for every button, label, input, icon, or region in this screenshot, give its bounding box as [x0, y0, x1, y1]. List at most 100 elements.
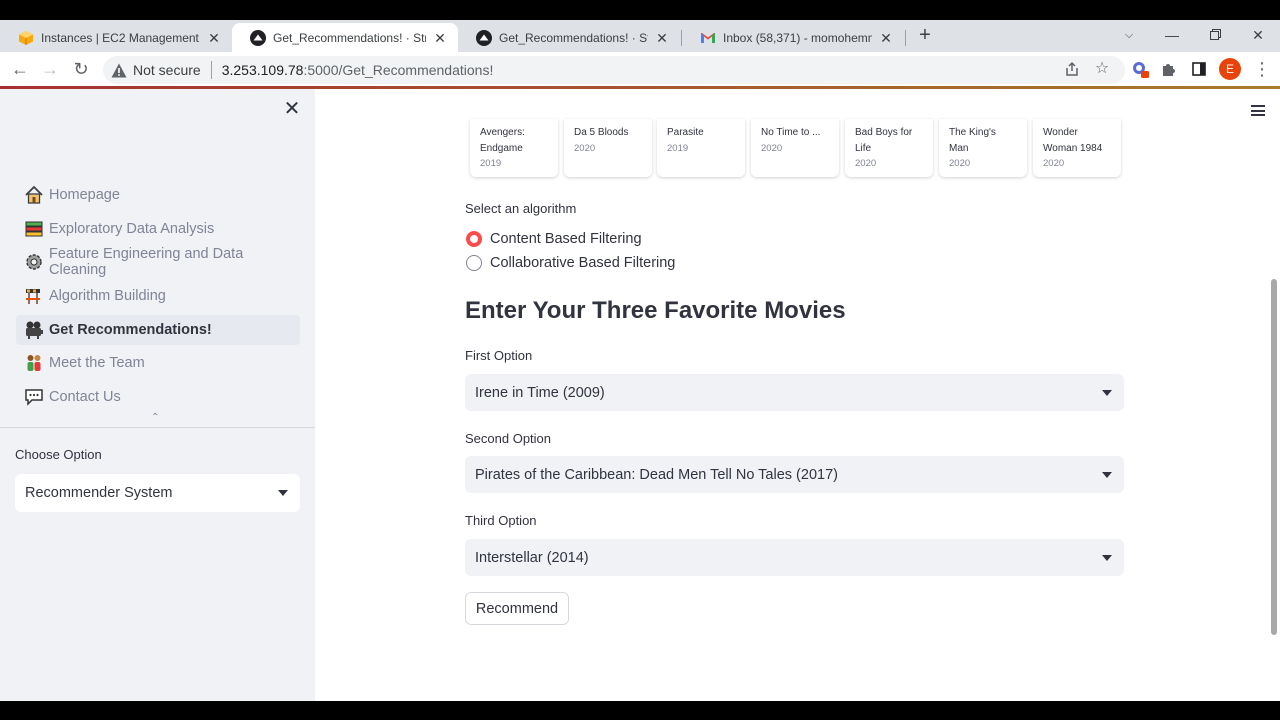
divider	[210, 61, 212, 79]
side-panel-icon[interactable]	[1187, 57, 1211, 81]
new-tab-plus-icon[interactable]: +	[914, 25, 936, 47]
bookmark-star-icon[interactable]: ☆	[1090, 57, 1114, 81]
tab-title: Get_Recommendations! · Stream	[273, 30, 426, 45]
movie-card[interactable]: Wonder Woman 1984 2020	[1033, 119, 1121, 177]
sidebar-item-feature-engineering[interactable]: Feature Engineering and Data Cleaning	[16, 246, 300, 278]
sidebar-item-label: Algorithm Building	[49, 288, 166, 304]
radio-unchecked-icon[interactable]	[466, 255, 482, 271]
second-option-select[interactable]: Pirates of the Caribbean: Dead Men Tell …	[465, 456, 1124, 493]
tab-ec2[interactable]: Instances | EC2 Management Co ✕	[0, 23, 232, 52]
close-icon[interactable]: ✕	[206, 30, 222, 46]
sidebar-item-algorithm-building[interactable]: Algorithm Building	[16, 281, 300, 311]
kebab-menu-icon[interactable]: ⋮	[1250, 57, 1274, 81]
film-projector-icon	[23, 319, 45, 341]
movie-title: Da 5 Bloods	[574, 127, 629, 138]
movie-card[interactable]: The King's Man 2020	[939, 119, 1027, 177]
movie-title: Bad Boys for Life	[855, 127, 913, 154]
gear-icon	[23, 251, 45, 273]
movie-title: Wonder Woman 1984	[1043, 127, 1103, 154]
streamlit-icon	[476, 29, 492, 46]
sidebar-item-label: Contact Us	[49, 389, 121, 405]
recommend-button[interactable]: Recommend	[465, 592, 569, 625]
movie-card[interactable]: Parasite 2019	[657, 119, 745, 177]
forward-arrow-icon[interactable]: →	[38, 57, 62, 81]
sidebar-divider	[0, 427, 315, 428]
sidebar-item-label: Homepage	[49, 187, 120, 203]
sidebar-item-label: Feature Engineering and Data Cleaning	[49, 246, 244, 278]
third-option-select[interactable]: Interstellar (2014)	[465, 539, 1124, 576]
aws-box-icon	[18, 30, 34, 46]
caret-down-icon	[1102, 390, 1112, 396]
sidebar-item-get-recommendations[interactable]: Get Recommendations!	[16, 315, 300, 345]
tab-strip: Instances | EC2 Management Co ✕ Get_Reco…	[0, 20, 1280, 52]
first-option-select[interactable]: Irene in Time (2009)	[465, 374, 1124, 411]
movie-year: 2019	[480, 158, 502, 169]
sidebar-item-contact-us[interactable]: Contact Us	[16, 382, 300, 412]
tab-get-recommendations-active[interactable]: Get_Recommendations! · Stream ✕	[232, 23, 458, 52]
radio-collaborative-based[interactable]: Collaborative Based Filtering	[466, 253, 675, 273]
movie-year: 2020	[855, 158, 877, 169]
sidebar-item-meet-the-team[interactable]: Meet the Team	[16, 348, 300, 378]
tab-title: Instances | EC2 Management Co	[41, 30, 200, 45]
reload-icon[interactable]: ↻	[69, 57, 93, 81]
url-path: :5000/Get_Recommendations!	[303, 62, 494, 78]
gmail-icon	[700, 30, 716, 46]
share-icon[interactable]	[1060, 57, 1084, 81]
address-bar[interactable]: Not secure 3.253.109.78:5000/Get_Recomme…	[103, 56, 1125, 84]
close-icon[interactable]: ✕	[654, 30, 670, 46]
tab-separator	[905, 30, 906, 46]
caret-down-icon	[278, 490, 288, 496]
tab-get-recommendations[interactable]: Get_Recommendations! · Stream ✕	[458, 23, 680, 52]
movie-year: 2020	[949, 158, 971, 169]
tab-title: Get_Recommendations! · Stream	[499, 30, 648, 45]
minimize-icon[interactable]: —	[1150, 22, 1194, 48]
choose-option-label: Choose Option	[15, 447, 102, 462]
caret-down-icon	[1102, 555, 1112, 561]
hamburger-menu-icon[interactable]	[1251, 105, 1265, 116]
close-sidebar-icon[interactable]: ✕	[283, 99, 301, 119]
main-content: Avengers: Endgame 2019 Da 5 Bloods 2020 …	[315, 89, 1280, 701]
movie-title: No Time to ...	[761, 127, 821, 138]
speech-bubble-icon	[23, 386, 45, 408]
address-toolbar: ← → ↻ Not secure 3.253.109.78:5000/Get_R…	[0, 52, 1280, 86]
window-close-icon[interactable]: ✕	[1236, 22, 1280, 48]
sidebar-item-exploratory-data-analysis[interactable]: Exploratory Data Analysis	[16, 214, 300, 244]
tab-gmail[interactable]: Inbox (58,371) - momohemmanu ✕	[682, 23, 904, 52]
movie-card[interactable]: Da 5 Bloods 2020	[564, 119, 652, 177]
house-icon	[23, 184, 45, 206]
extension-badge-icon[interactable]	[1128, 57, 1152, 81]
algorithm-label: Select an algorithm	[465, 201, 577, 216]
movie-card[interactable]: Bad Boys for Life 2020	[845, 119, 933, 177]
select-value: Irene in Time (2009)	[475, 384, 605, 401]
movie-title: Parasite	[667, 127, 704, 138]
movie-year: 2019	[667, 142, 689, 154]
radio-checked-icon[interactable]	[466, 231, 482, 247]
sidebar-item-label: Get Recommendations!	[49, 322, 212, 338]
puzzle-extensions-icon[interactable]	[1157, 57, 1181, 81]
warning-triangle-icon[interactable]	[111, 62, 127, 78]
movie-year: 2020	[574, 142, 596, 154]
back-arrow-icon[interactable]: ←	[8, 57, 32, 81]
chevron-up-icon[interactable]: ⌃	[151, 412, 159, 423]
second-option-label: Second Option	[465, 431, 552, 446]
books-icon	[23, 218, 45, 240]
movie-year: 2020	[1043, 158, 1065, 169]
radio-label: Content Based Filtering	[490, 231, 642, 247]
close-icon[interactable]: ✕	[878, 30, 894, 46]
movie-card[interactable]: No Time to ... 2020	[751, 119, 839, 177]
scrollbar[interactable]	[1271, 279, 1277, 635]
choose-option-select[interactable]: Recommender System	[15, 474, 300, 512]
sidebar-item-homepage[interactable]: Homepage	[16, 180, 300, 210]
close-icon[interactable]: ✕	[432, 30, 448, 46]
profile-avatar[interactable]: E	[1219, 58, 1241, 80]
security-label[interactable]: Not secure	[133, 62, 201, 78]
tab-search-chevron-icon[interactable]: ⌵	[1107, 22, 1151, 48]
streamlit-app: ✕ Homepage Exploratory Data Analysis Fea…	[0, 89, 1280, 701]
select-value: Pirates of the Caribbean: Dead Men Tell …	[475, 466, 838, 483]
radio-content-based[interactable]: Content Based Filtering	[466, 229, 642, 249]
radio-label: Collaborative Based Filtering	[490, 255, 676, 271]
movie-card[interactable]: Avengers: Endgame 2019	[470, 119, 558, 177]
restore-icon[interactable]	[1193, 22, 1237, 48]
page-heading: Enter Your Three Favorite Movies	[465, 297, 846, 324]
construction-icon	[23, 285, 45, 307]
